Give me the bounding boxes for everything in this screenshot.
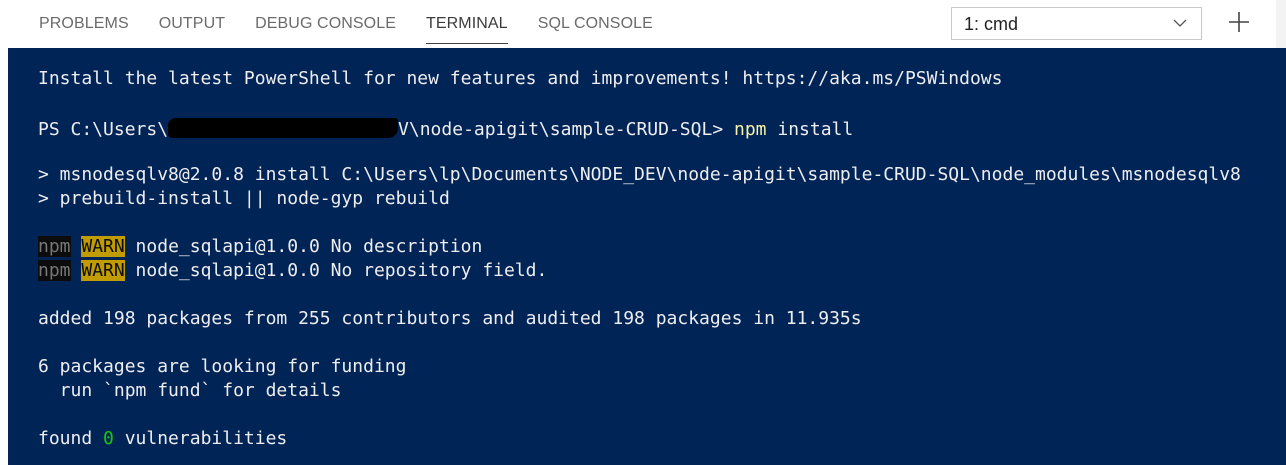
terminal-select[interactable]: 1: cmd <box>951 7 1202 40</box>
warn-text: node_sqlapi@1.0.0 No repository field. <box>124 260 548 281</box>
prompt-command: npm <box>734 119 767 140</box>
terminal-output[interactable]: Install the latest PowerShell for new fe… <box>8 48 1286 465</box>
found-prefix: found <box>38 428 104 449</box>
warn-tag: WARN <box>81 260 125 281</box>
prompt-suffix: V\node-apigit\sample-CRUD-SQL> <box>398 119 734 140</box>
panel-tabs: PROBLEMS OUTPUT DEBUG CONSOLE TERMINAL S… <box>24 0 668 48</box>
terminal-line: run `npm fund` for details <box>38 380 342 401</box>
terminal-line: > msnodesqlv8@2.0.8 install C:\Users\lp\… <box>38 164 1241 185</box>
warn-line: npm WARN node_sqlapi@1.0.0 No repository… <box>38 259 547 283</box>
tab-problems[interactable]: PROBLEMS <box>24 0 144 48</box>
plus-icon[interactable] <box>1227 10 1251 34</box>
prompt-line: PS C:\Users\ V\node-apigit\sample-CRUD-SQ… <box>38 115 854 140</box>
tab-debug-console[interactable]: DEBUG CONSOLE <box>240 0 411 48</box>
tab-output[interactable]: OUTPUT <box>144 0 240 48</box>
prompt-prefix: PS C:\Users\ <box>38 119 169 140</box>
redaction-mark <box>168 118 399 138</box>
warn-line: npm WARN node_sqlapi@1.0.0 No descriptio… <box>38 235 482 259</box>
npm-tag: npm <box>38 236 71 257</box>
terminal-line: > prebuild-install || node-gyp rebuild <box>38 188 450 209</box>
panel-header: PROBLEMS OUTPUT DEBUG CONSOLE TERMINAL S… <box>0 0 1286 48</box>
tab-terminal[interactable]: TERMINAL <box>411 0 523 48</box>
vulnerabilities-line: found 0 vulnerabilities <box>38 427 287 451</box>
warn-text: node_sqlapi@1.0.0 No description <box>124 236 483 257</box>
chevron-down-icon <box>1173 19 1187 27</box>
terminal-select-value: 1: cmd <box>964 14 1019 34</box>
found-suffix: vulnerabilities <box>113 428 288 449</box>
terminal-line: 6 packages are looking for funding <box>38 356 407 377</box>
warn-tag: WARN <box>81 236 125 257</box>
prompt-args: install <box>766 119 854 140</box>
vulnerability-count: 0 <box>103 428 114 449</box>
npm-tag: npm <box>38 260 71 281</box>
terminal-line: Install the latest PowerShell for new fe… <box>38 68 1003 89</box>
tab-sql-console[interactable]: SQL CONSOLE <box>523 0 668 48</box>
terminal-line: added 198 packages from 255 contributors… <box>38 308 862 329</box>
scroll-strip <box>1276 0 1286 48</box>
